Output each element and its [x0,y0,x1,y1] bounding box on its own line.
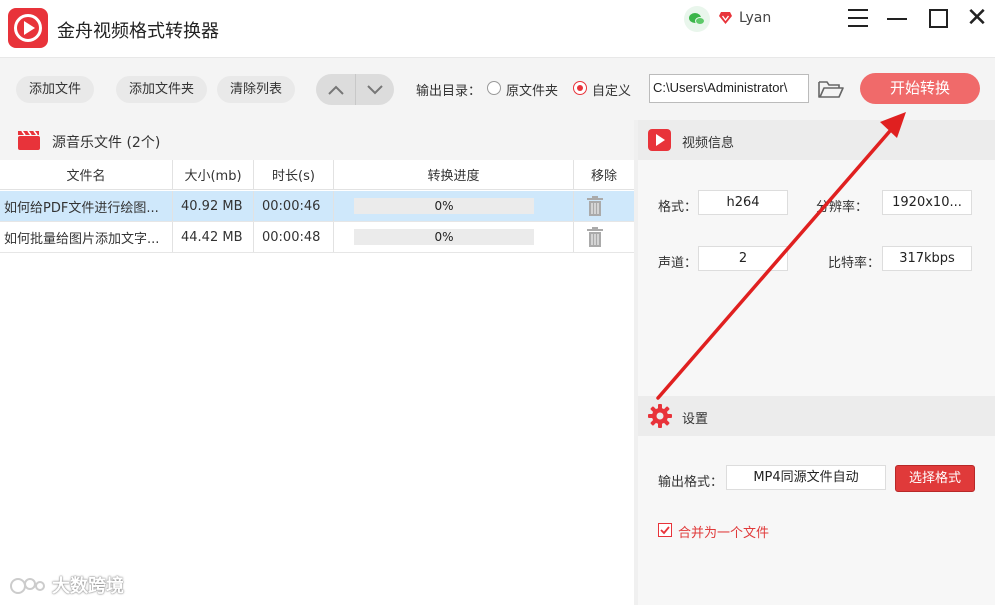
file-duration: 00:00:48 [253,222,333,252]
move-buttons [316,74,394,105]
progress-bar: 0% [354,229,534,245]
select-format-button[interactable]: 选择格式 [895,465,975,492]
output-format-value: MP4同源文件自动 [726,465,886,490]
format-value: h264 [698,190,788,215]
file-size: 40.92 MB [172,191,253,221]
progress-text: 0% [434,199,454,213]
progress-text: 0% [434,230,454,244]
output-format-label: 输出格式： [658,475,724,490]
clapperboard-icon [18,130,40,150]
wechat-icon[interactable] [684,6,710,32]
add-file-button[interactable]: 添加文件 [16,76,95,103]
toolbar: 添加文件 添加文件夹 清除列表 输出目录： 原文件夹 自定义 [0,58,995,120]
radio-source-folder-label[interactable]: 原文件夹 [506,80,558,99]
video-play-icon [648,129,671,151]
format-label: 格式： [658,200,698,215]
file-duration: 00:00:46 [253,191,333,221]
column-header: 时长(s) [253,160,333,189]
gear-icon [648,404,672,428]
table-row[interactable]: 如何给PDF文件进行绘图... 40.92 MB 00:00:46 0% [0,191,634,222]
column-header: 转换进度 [333,160,573,189]
file-list-panel: 源音乐文件 (2个) 文件名 大小(mb) 时长(s) 转换进度 移除 如何给P… [0,120,634,605]
minimize-icon[interactable] [884,6,910,30]
chevron-down-icon [367,84,383,94]
watermark: 大数跨境 [8,572,124,598]
remove-cell [573,222,634,252]
radio-source-folder[interactable] [487,81,501,95]
add-folder-button[interactable]: 添加文件夹 [116,76,208,103]
file-size: 44.42 MB [172,222,253,252]
settings-header: 设置 [638,396,995,436]
file-name: 如何给PDF文件进行绘图... [4,200,159,216]
merge-label[interactable]: 合并为一个文件 [678,522,769,541]
trash-icon[interactable] [586,227,604,247]
watermark-logo-icon [10,578,45,594]
watermark-text: 大数跨境 [52,576,124,597]
trash-icon[interactable] [586,196,604,216]
move-down-button[interactable] [355,74,394,105]
output-dir-label: 输出目录： [416,84,482,99]
app-logo-icon [8,8,48,48]
maximize-icon[interactable] [925,6,951,30]
resolution-value: 1920x10... [882,190,972,215]
merge-checkbox[interactable] [658,523,672,537]
title-bar: 金舟视频格式转换器 Lyan ✕ [0,0,995,58]
progress-cell: 0% [333,191,573,221]
radio-custom[interactable] [573,81,587,95]
video-info-title: 视频信息 [682,136,735,151]
resolution-label: 分辨率： [816,200,869,215]
user-name[interactable]: Lyan [739,10,771,26]
folder-open-icon[interactable] [817,78,845,100]
progress-bar: 0% [354,198,534,214]
close-icon[interactable]: ✕ [964,5,990,31]
clear-list-button[interactable]: 清除列表 [217,76,296,103]
app-title: 金舟视频格式转换器 [57,21,219,42]
column-header: 大小(mb) [172,160,253,189]
output-path-field[interactable]: C:\Users\Administrator\ [649,74,809,103]
vip-diamond-icon [719,12,732,24]
table-header: 文件名 大小(mb) 时长(s) 转换进度 移除 [0,160,634,190]
channels-value: 2 [698,246,788,271]
column-header: 文件名 [66,169,106,184]
checkmark-icon [660,526,670,535]
radio-custom-label[interactable]: 自定义 [592,80,631,99]
table-row[interactable]: 如何批量给图片添加文字... 44.42 MB 00:00:48 0% [0,222,634,253]
bitrate-value: 317kbps [882,246,972,271]
channels-label: 声道： [658,256,698,271]
menu-icon[interactable] [845,6,871,30]
progress-cell: 0% [333,222,573,252]
file-list-title: 源音乐文件 (2个) [52,135,161,151]
remove-cell [573,191,634,221]
move-up-button[interactable] [316,74,355,105]
file-list-header: 源音乐文件 (2个) [0,120,634,160]
video-info-header: 视频信息 [638,120,995,160]
info-panel: 视频信息 格式： h264 分辨率： 1920x10... 声道： 2 比特率：… [638,120,995,605]
file-name: 如何批量给图片添加文字... [4,231,160,247]
chevron-up-icon [327,85,344,95]
column-header: 移除 [573,160,634,189]
start-convert-button[interactable]: 开始转换 [860,73,980,104]
settings-title: 设置 [682,412,709,427]
bitrate-label: 比特率： [828,256,881,271]
